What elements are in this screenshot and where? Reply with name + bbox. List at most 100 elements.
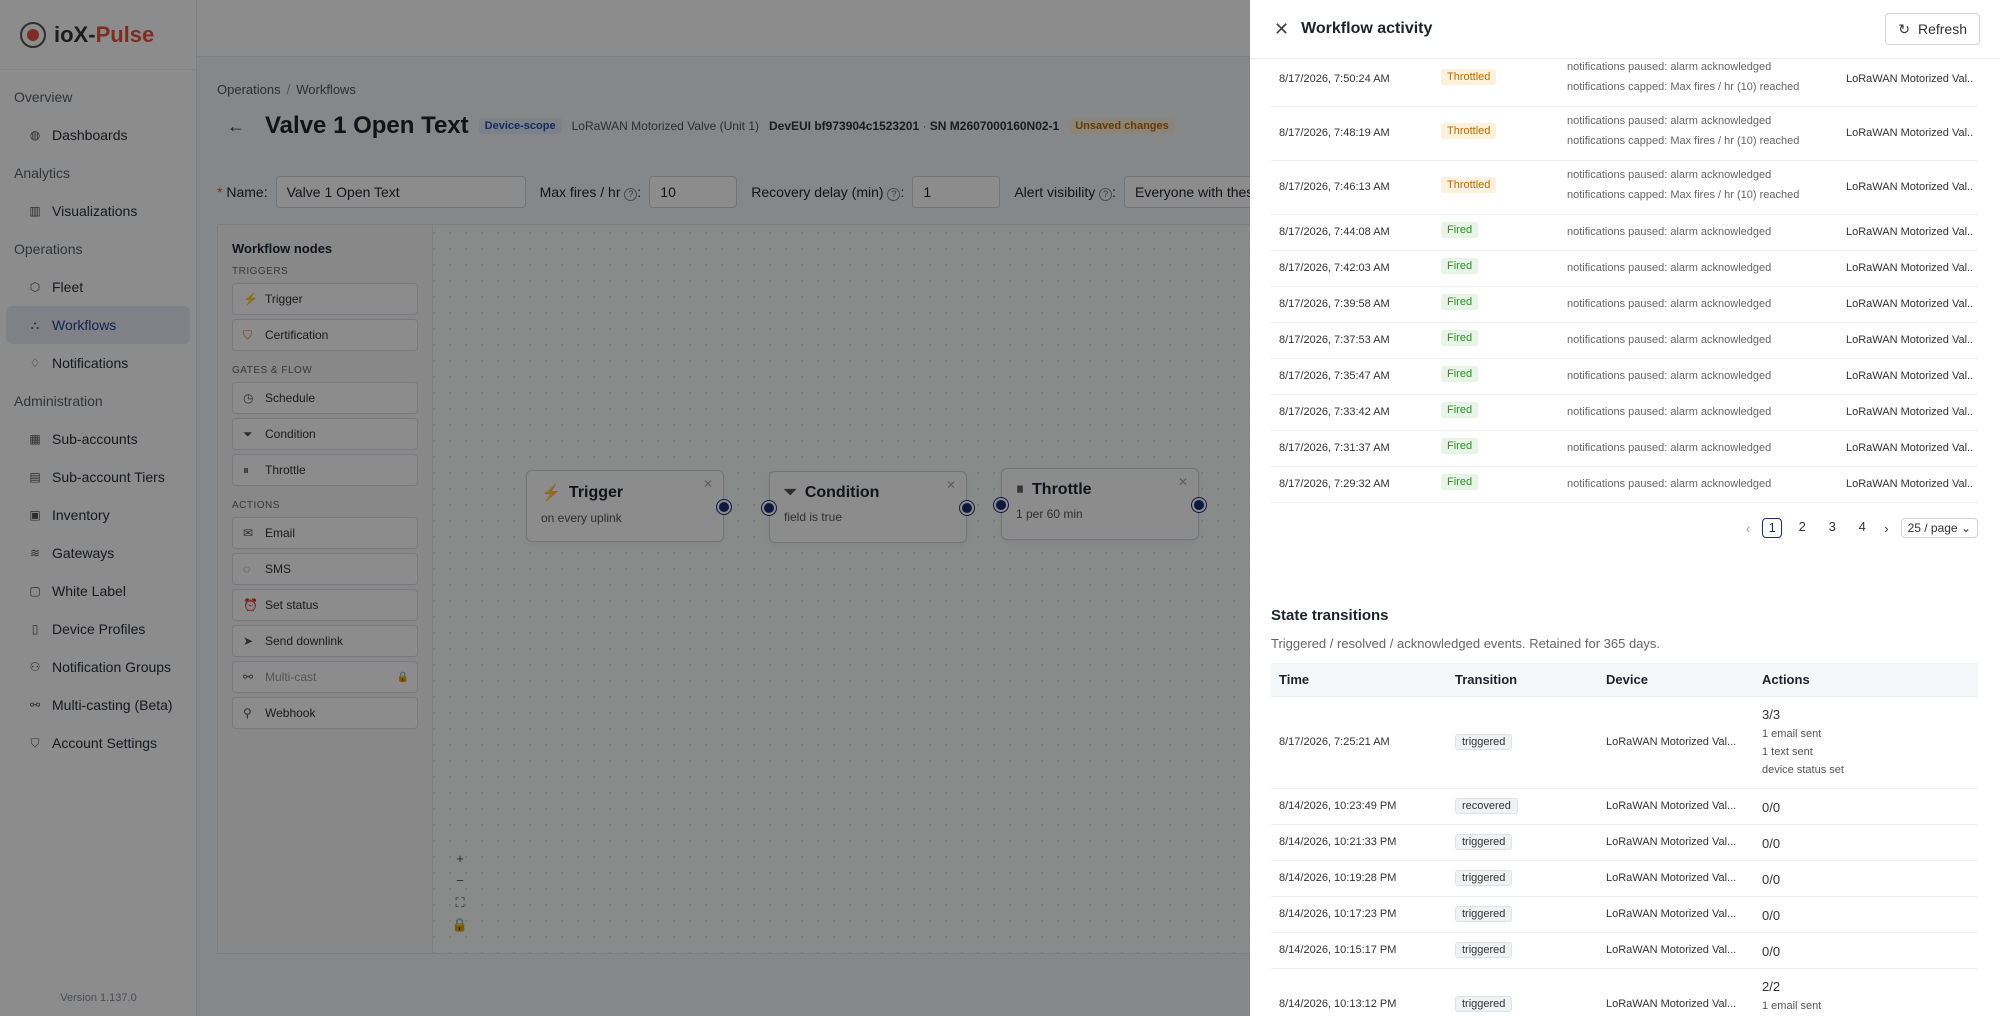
activity-message: notifications paused: alarm acknowledged (1567, 262, 1772, 274)
refresh-icon: ↻ (1898, 20, 1910, 37)
activity-device: LoRaWAN Motorized Val... (1846, 226, 1974, 238)
activity-status: Fired (1441, 222, 1479, 238)
activity-row[interactable]: 8/17/2026, 7:29:32 AM Fired notifications … (1271, 467, 1978, 503)
activity-status: Fired (1441, 402, 1479, 418)
page-3-button[interactable]: 3 (1822, 518, 1842, 538)
modal-overlay[interactable] (0, 0, 1250, 1016)
activity-time: 8/17/2026, 7:39:58 AM (1279, 298, 1390, 310)
activity-message: notifications paused: alarm acknowledged (1567, 226, 1772, 238)
page-size-select[interactable]: 25 / page ⌄ (1900, 518, 1978, 538)
activity-row[interactable]: 8/17/2026, 7:48:19 AM Throttled notificati… (1271, 107, 1978, 161)
activity-time: 8/17/2026, 7:50:24 AM (1279, 73, 1390, 85)
state-time: 8/17/2026, 7:25:21 AM (1279, 736, 1390, 748)
activity-device: LoRaWAN Motorized Val... (1846, 181, 1974, 193)
activity-status: Throttled (1441, 177, 1497, 193)
status-badge: Fired (1441, 258, 1479, 274)
pagination: ‹ 1234 › 25 / page ⌄ (1271, 503, 1978, 553)
activity-row[interactable]: 8/17/2026, 7:44:08 AM Fired notifications … (1271, 215, 1978, 251)
state-row[interactable]: 8/14/2026, 10:13:12 PM triggered LoRaWAN M… (1271, 969, 1978, 1016)
transition-badge: triggered (1455, 870, 1513, 886)
activity-status: Fired (1441, 258, 1479, 274)
state-row[interactable]: 8/17/2026, 7:25:21 AM triggered LoRaWAN Mo… (1271, 697, 1978, 789)
next-page-icon[interactable]: › (1884, 521, 1888, 536)
close-icon[interactable]: ✕ (1274, 19, 1289, 40)
state-table-header: Time Transition Device Actions (1271, 663, 1978, 697)
activity-row[interactable]: 8/17/2026, 7:42:03 AM Fired notifications … (1271, 251, 1978, 287)
activity-row[interactable]: 8/17/2026, 7:31:37 AM Fired notifications … (1271, 431, 1978, 467)
activity-row[interactable]: 8/17/2026, 7:46:13 AM Throttled notificati… (1271, 161, 1978, 215)
prev-page-icon[interactable]: ‹ (1746, 521, 1750, 536)
activity-time: 8/17/2026, 7:31:37 AM (1279, 442, 1390, 454)
page-size-value: 25 / page (1907, 521, 1958, 535)
status-badge: Fired (1441, 438, 1479, 454)
status-badge: Throttled (1441, 123, 1497, 139)
activity-time: 8/17/2026, 7:46:13 AM (1279, 181, 1390, 193)
activity-time: 8/17/2026, 7:33:42 AM (1279, 406, 1390, 418)
activity-status: Throttled (1441, 69, 1497, 85)
actions-count: 0/0 (1762, 908, 1781, 923)
transition-badge: triggered (1455, 942, 1513, 958)
activity-time: 8/17/2026, 7:37:53 AM (1279, 334, 1390, 346)
activity-message: notifications capped: Max fires / hr (10… (1567, 189, 1800, 201)
state-device: LoRaWAN Motorized Val... (1606, 800, 1737, 812)
state-row[interactable]: 8/14/2026, 10:19:28 PM triggered LoRaWAN M… (1271, 861, 1978, 897)
activity-status: Fired (1441, 330, 1479, 346)
activity-device: LoRaWAN Motorized Val... (1846, 298, 1974, 310)
activity-status: Fired (1441, 474, 1479, 490)
state-time: 8/14/2026, 10:17:23 PM (1279, 908, 1397, 920)
activity-device: LoRaWAN Motorized Val... (1846, 127, 1974, 139)
activity-row[interactable]: 8/17/2026, 7:50:24 AM Throttled notificati… (1271, 59, 1978, 107)
activity-time: 8/17/2026, 7:29:32 AM (1279, 478, 1390, 490)
actions-count: 3/3 (1762, 707, 1781, 722)
action-detail: 1 text sent (1762, 746, 1813, 758)
state-device: LoRaWAN Motorized Val... (1606, 836, 1737, 848)
state-device: LoRaWAN Motorized Val... (1606, 998, 1737, 1010)
status-badge: Fired (1441, 366, 1479, 382)
refresh-button[interactable]: ↻ Refresh (1885, 13, 1980, 45)
state-row[interactable]: 8/14/2026, 10:23:49 PM recovered LoRaWAN M… (1271, 789, 1978, 825)
transition-badge: recovered (1455, 798, 1518, 814)
state-row[interactable]: 8/14/2026, 10:21:33 PM triggered LoRaWAN M… (1271, 825, 1978, 861)
actions-count: 2/2 (1762, 979, 1781, 994)
activity-time: 8/17/2026, 7:42:03 AM (1279, 262, 1390, 274)
activity-message: notifications paused: alarm acknowledged (1567, 370, 1772, 382)
col-time[interactable]: Time (1279, 672, 1309, 687)
activity-time: 8/17/2026, 7:35:47 AM (1279, 370, 1390, 382)
activity-message: notifications capped: Max fires / hr (10… (1567, 135, 1800, 147)
state-transitions-title: State transitions (1271, 607, 1389, 624)
page-1-button[interactable]: 1 (1762, 518, 1783, 538)
activity-message: notifications paused: alarm acknowledged (1567, 298, 1772, 310)
status-badge: Fired (1441, 294, 1479, 310)
state-time: 8/14/2026, 10:13:12 PM (1279, 998, 1397, 1010)
state-device: LoRaWAN Motorized Val... (1606, 908, 1737, 920)
page-2-button[interactable]: 2 (1792, 518, 1812, 538)
state-row[interactable]: 8/14/2026, 10:15:17 PM triggered LoRaWAN M… (1271, 933, 1978, 969)
activity-device: LoRaWAN Motorized Val... (1846, 406, 1974, 418)
activity-device: LoRaWAN Motorized Val... (1846, 334, 1974, 346)
activity-message: notifications paused: alarm acknowledged (1567, 169, 1772, 181)
activity-message: notifications capped: Max fires / hr (10… (1567, 81, 1800, 93)
col-device[interactable]: Device (1606, 672, 1648, 687)
action-detail: device status set (1762, 764, 1844, 776)
drawer-body[interactable]: 8/17/2026, 7:50:24 AM Throttled notificati… (1271, 59, 1978, 1016)
activity-message: notifications paused: alarm acknowledged (1567, 478, 1772, 490)
drawer-title: Workflow activity (1301, 20, 1433, 37)
activity-device: LoRaWAN Motorized Val... (1846, 442, 1974, 454)
state-transitions-subtitle: Triggered / resolved / acknowledged even… (1271, 636, 1661, 651)
activity-row[interactable]: 8/17/2026, 7:39:58 AM Fired notifications … (1271, 287, 1978, 323)
activity-row[interactable]: 8/17/2026, 7:35:47 AM Fired notifications … (1271, 359, 1978, 395)
workflow-activity-drawer: ✕ Workflow activity ↻ Refresh 8/17/2026, … (1250, 0, 2000, 1016)
activity-table: 8/17/2026, 7:50:24 AM Throttled notificati… (1271, 59, 1978, 503)
activity-row[interactable]: 8/17/2026, 7:37:53 AM Fired notifications … (1271, 323, 1978, 359)
state-actions: 3/3 1 email sent 1 text sent device status … (1762, 707, 1844, 776)
state-actions: 2/21 email sent1 text sent (1762, 979, 1821, 1016)
state-time: 8/14/2026, 10:21:33 PM (1279, 836, 1397, 848)
col-actions[interactable]: Actions (1762, 672, 1810, 687)
activity-row[interactable]: 8/17/2026, 7:33:42 AM Fired notifications … (1271, 395, 1978, 431)
page-4-button[interactable]: 4 (1852, 518, 1872, 538)
state-row[interactable]: 8/14/2026, 10:17:23 PM triggered LoRaWAN M… (1271, 897, 1978, 933)
activity-message: notifications paused: alarm acknowledged (1567, 334, 1772, 346)
activity-message: notifications paused: alarm acknowledged (1567, 406, 1772, 418)
col-transition[interactable]: Transition (1455, 672, 1517, 687)
activity-time: 8/17/2026, 7:44:08 AM (1279, 226, 1390, 238)
